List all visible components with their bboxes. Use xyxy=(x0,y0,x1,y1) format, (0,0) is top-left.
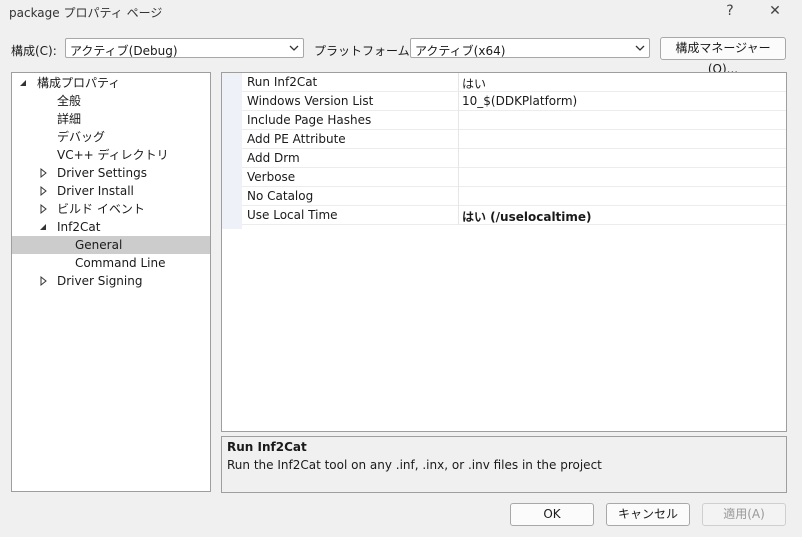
tree-node-label: 構成プロパティ xyxy=(37,76,121,90)
tree-node[interactable]: General xyxy=(12,236,210,254)
column-divider xyxy=(458,206,459,225)
chevron-down-icon xyxy=(289,45,299,51)
property-name: Windows Version List xyxy=(247,94,374,108)
tree-node-label: Command Line xyxy=(75,256,166,270)
ok-button[interactable]: OK xyxy=(510,503,594,526)
collapsed-triangle-icon[interactable] xyxy=(39,164,49,182)
tree-node[interactable]: Inf2Cat xyxy=(12,218,210,236)
property-name: Add Drm xyxy=(247,151,300,165)
property-value[interactable]: はい (/uselocaltime) xyxy=(462,208,592,225)
description-pane: Run Inf2Cat Run the Inf2Cat tool on any … xyxy=(221,436,787,493)
tree-node-label: 全般 xyxy=(57,94,82,108)
column-divider xyxy=(458,130,459,149)
tree-node[interactable]: 構成プロパティ xyxy=(12,74,210,92)
window-title: package プロパティ ページ xyxy=(9,6,163,20)
config-manager-button[interactable]: 構成マネージャー(O)... xyxy=(660,37,786,76)
property-grid: Run Inf2Cat はい Windows Version List 10_$(DD… xyxy=(221,72,787,432)
config-dropdown[interactable]: アクティブ(Debug) xyxy=(65,38,304,58)
tree-node-label: Inf2Cat xyxy=(57,220,101,234)
tree-node[interactable]: ビルド イベント xyxy=(12,200,210,218)
tree-node[interactable]: デバッグ xyxy=(12,128,210,146)
tree-node-label: General xyxy=(75,238,123,252)
tree-node[interactable]: Command Line xyxy=(12,254,210,272)
description-text: Run the Inf2Cat tool on any .inf, .inx, … xyxy=(227,458,602,472)
property-row[interactable]: Add Drm xyxy=(242,149,786,168)
column-divider xyxy=(458,168,459,187)
platform-value: アクティブ(x64) xyxy=(415,44,506,58)
apply-button[interactable]: 適用(A) xyxy=(702,503,786,526)
column-divider xyxy=(458,187,459,206)
property-name: Verbose xyxy=(247,170,296,184)
collapsed-triangle-icon[interactable] xyxy=(39,272,49,290)
column-divider xyxy=(458,111,459,130)
property-name: Add PE Attribute xyxy=(247,132,346,146)
tree-node-label: VC++ ディレクトリ xyxy=(57,148,169,162)
property-name: Use Local Time xyxy=(247,208,338,222)
tree-node-label: Driver Install xyxy=(57,184,134,198)
tree-node[interactable]: Driver Settings xyxy=(12,164,210,182)
description-title: Run Inf2Cat xyxy=(227,440,307,454)
tree-node-label: 詳細 xyxy=(57,112,82,126)
tree-node-label: デバッグ xyxy=(57,130,106,144)
property-name: No Catalog xyxy=(247,189,314,203)
chevron-down-icon xyxy=(635,45,645,51)
collapsed-triangle-icon[interactable] xyxy=(39,200,49,218)
platform-dropdown[interactable]: アクティブ(x64) xyxy=(410,38,650,58)
config-label: 構成(C): xyxy=(11,44,57,58)
property-value[interactable]: 10_$(DDKPlatform) xyxy=(462,94,577,108)
property-row[interactable]: Include Page Hashes xyxy=(242,111,786,130)
property-row[interactable]: Add PE Attribute xyxy=(242,130,786,149)
tree-node[interactable]: VC++ ディレクトリ xyxy=(12,146,210,164)
cancel-button[interactable]: キャンセル xyxy=(606,503,690,526)
property-row[interactable]: No Catalog xyxy=(242,187,786,206)
title-bar: package プロパティ ページ ? ✕ xyxy=(0,0,802,24)
column-divider xyxy=(458,149,459,168)
tree-node[interactable]: 詳細 xyxy=(12,110,210,128)
expanded-triangle-icon[interactable] xyxy=(39,218,49,236)
column-divider xyxy=(458,92,459,111)
property-name: Run Inf2Cat xyxy=(247,75,318,89)
property-grid-gutter xyxy=(222,73,242,229)
tree-node[interactable]: Driver Signing xyxy=(12,272,210,290)
property-name: Include Page Hashes xyxy=(247,113,372,127)
config-value: アクティブ(Debug) xyxy=(70,44,178,58)
expanded-triangle-icon[interactable] xyxy=(19,74,29,92)
tree-node[interactable]: Driver Install xyxy=(12,182,210,200)
property-row[interactable]: Verbose xyxy=(242,168,786,187)
help-button[interactable]: ? xyxy=(719,2,741,20)
tree-node-label: Driver Settings xyxy=(57,166,147,180)
tree-node-label: ビルド イベント xyxy=(57,202,145,216)
property-row[interactable]: Run Inf2Cat はい xyxy=(242,73,786,92)
tree-node-label: Driver Signing xyxy=(57,274,143,288)
property-row[interactable]: Windows Version List 10_$(DDKPlatform) xyxy=(242,92,786,111)
tree-node[interactable]: 全般 xyxy=(12,92,210,110)
property-value[interactable]: はい xyxy=(462,75,486,92)
close-button[interactable]: ✕ xyxy=(764,2,786,20)
column-divider xyxy=(458,73,459,92)
property-row[interactable]: Use Local Time はい (/uselocaltime) xyxy=(242,206,786,225)
collapsed-triangle-icon[interactable] xyxy=(39,182,49,200)
category-tree[interactable]: 構成プロパティ全般詳細デバッグ VC++ ディレクトリ Driver Setting… xyxy=(11,72,211,492)
